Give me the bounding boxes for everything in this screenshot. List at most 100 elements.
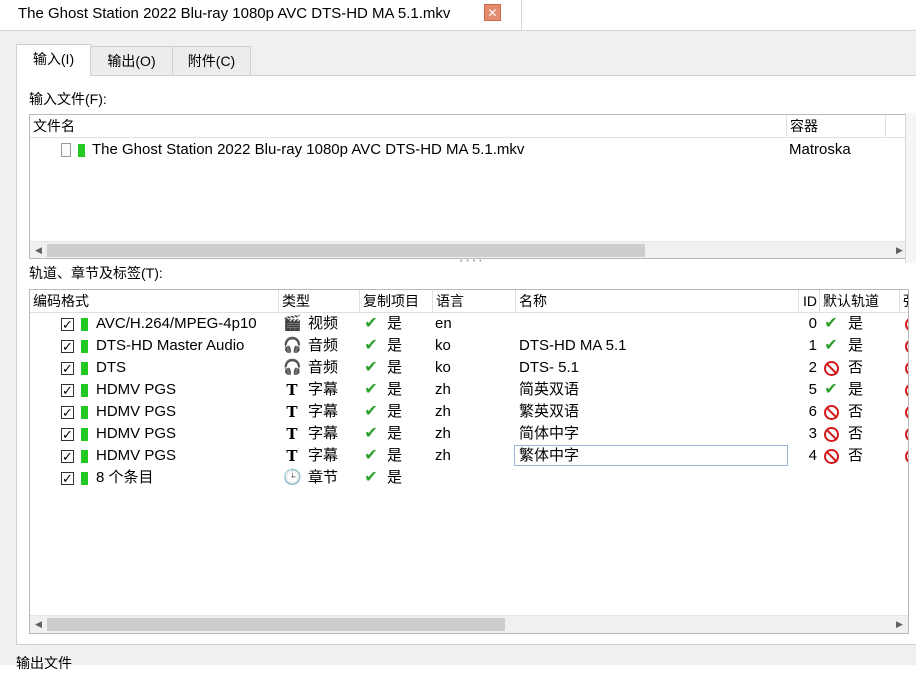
track-checkbox[interactable]: ✓ xyxy=(61,428,74,441)
track-checkbox[interactable]: ✓ xyxy=(61,340,74,353)
track-row[interactable]: ✓ AVC/H.264/MPEG-4p10 🎬 视频 ✔ 是 en 0 ✔ 是 xyxy=(30,313,908,335)
column-header-container[interactable]: 容器 xyxy=(787,115,886,137)
track-row[interactable]: ✓ HDMV PGS T 字幕 ✔ 是 zh 简英双语 5 ✔ 是 xyxy=(30,379,908,401)
track-default: 是 xyxy=(848,315,864,332)
column-header-copy[interactable]: 复制项目 xyxy=(360,290,433,312)
track-type: 音频 xyxy=(308,337,339,354)
track-type: 音频 xyxy=(308,359,339,376)
input-files-hscrollbar[interactable]: ◀ ▶ xyxy=(30,241,908,258)
tab-attachments[interactable]: 附件(C) xyxy=(172,46,251,75)
scroll-left-icon[interactable]: ◀ xyxy=(30,242,47,258)
status-indicator xyxy=(81,384,88,397)
track-row[interactable]: ✓ HDMV PGS T 字幕 ✔ 是 zh 简体中字 3 否 xyxy=(30,423,908,445)
status-indicator xyxy=(81,428,88,441)
track-copy: 是 xyxy=(387,447,403,464)
input-file-row[interactable]: The Ghost Station 2022 Blu-ray 1080p AVC… xyxy=(30,139,908,161)
track-codec: HDMV PGS xyxy=(96,447,177,464)
check-icon: ✔ xyxy=(364,425,378,442)
track-codec: DTS-HD Master Audio xyxy=(96,337,245,354)
column-header-type[interactable]: 类型 xyxy=(279,290,360,312)
track-copy: 是 xyxy=(387,469,403,486)
track-default: 是 xyxy=(848,381,864,398)
column-header-language[interactable]: 语言 xyxy=(433,290,516,312)
track-row[interactable]: ✓ 8 个条目 🕒 章节 ✔ 是 xyxy=(30,467,908,489)
track-name: 繁英双语 xyxy=(519,403,580,420)
text-icon: T xyxy=(286,381,298,399)
no-icon xyxy=(824,449,839,464)
check-icon: ✔ xyxy=(364,469,378,486)
track-checkbox[interactable]: ✓ xyxy=(61,362,74,375)
track-codec: DTS xyxy=(96,359,126,376)
track-type: 字幕 xyxy=(308,425,339,442)
track-row[interactable]: ✓ HDMV PGS T 字幕 ✔ 是 zh 繁体中字 4 否 xyxy=(30,445,908,467)
check-icon: ✔ xyxy=(364,447,378,464)
column-header-forced[interactable]: 强 xyxy=(900,290,908,312)
tracks-label: 轨道、章节及标签(T): xyxy=(29,265,163,281)
close-icon[interactable]: ✕ xyxy=(484,4,501,21)
track-type: 字幕 xyxy=(308,381,339,398)
track-language: ko xyxy=(435,337,451,354)
tracks-header: 编码格式 类型 复制项目 语言 名称 ID 默认轨道 强 xyxy=(30,290,908,313)
no-icon xyxy=(905,427,908,442)
tracks-list[interactable]: 编码格式 类型 复制项目 语言 名称 ID 默认轨道 强 ✓ AVC/H.264… xyxy=(29,289,909,634)
column-header-codec[interactable]: 编码格式 xyxy=(30,290,279,312)
vertical-scrollbar[interactable] xyxy=(905,113,916,263)
tab-attachments-label: 附件(C) xyxy=(187,53,236,69)
track-copy: 是 xyxy=(387,315,403,332)
track-checkbox[interactable]: ✓ xyxy=(61,318,74,331)
no-icon xyxy=(905,405,908,420)
track-checkbox[interactable]: ✓ xyxy=(61,384,74,397)
tab-output[interactable]: 输出(O) xyxy=(90,46,173,75)
track-id: 6 xyxy=(808,403,817,420)
tab-input[interactable]: 输入(I) xyxy=(16,44,91,76)
track-checkbox[interactable]: ✓ xyxy=(61,472,74,485)
track-id: 4 xyxy=(808,447,817,464)
no-icon xyxy=(824,361,839,376)
status-indicator xyxy=(81,318,88,331)
scroll-right-icon[interactable]: ▶ xyxy=(891,616,908,633)
track-language: zh xyxy=(435,381,451,398)
track-default: 否 xyxy=(848,359,864,376)
check-icon: ✔ xyxy=(364,359,378,376)
status-indicator xyxy=(81,472,88,485)
track-row[interactable]: ✓ DTS-HD Master Audio 🎧 音频 ✔ 是 ko DTS-HD… xyxy=(30,335,908,357)
track-row[interactable]: ✓ DTS 🎧 音频 ✔ 是 ko DTS- 5.1 2 否 xyxy=(30,357,908,379)
track-checkbox[interactable]: ✓ xyxy=(61,450,74,463)
scroll-left-icon[interactable]: ◀ xyxy=(30,616,47,633)
column-header-id[interactable]: ID xyxy=(799,290,820,312)
track-language: ko xyxy=(435,359,451,376)
text-icon: T xyxy=(286,425,298,443)
track-id: 5 xyxy=(808,381,817,398)
output-file-label: 输出文件 xyxy=(16,655,72,671)
tracks-hscrollbar[interactable]: ◀ ▶ xyxy=(30,615,908,633)
track-default: 否 xyxy=(848,447,864,464)
track-name: 简体中字 xyxy=(519,425,580,442)
column-header-default[interactable]: 默认轨道 xyxy=(820,290,900,312)
check-icon: ✔ xyxy=(364,403,378,420)
track-name[interactable]: 繁体中字 xyxy=(519,445,579,467)
track-language: zh xyxy=(435,403,451,420)
status-indicator xyxy=(78,144,85,157)
no-icon xyxy=(905,361,908,376)
scroll-thumb[interactable] xyxy=(47,618,505,631)
scroll-thumb[interactable] xyxy=(47,244,645,257)
track-id: 2 xyxy=(808,359,817,376)
column-header-filename[interactable]: 文件名 xyxy=(30,115,787,137)
track-checkbox[interactable]: ✓ xyxy=(61,406,74,419)
splitter-handle[interactable]: • • • • xyxy=(460,258,483,265)
no-icon xyxy=(905,383,908,398)
document-tab[interactable]: The Ghost Station 2022 Blu-ray 1080p AVC… xyxy=(0,0,522,30)
no-icon xyxy=(905,317,908,332)
track-copy: 是 xyxy=(387,381,403,398)
column-header-name[interactable]: 名称 xyxy=(516,290,799,312)
track-language: zh xyxy=(435,447,451,464)
input-files-list[interactable]: 文件名 容器 The Ghost Station 2022 Blu-ray 10… xyxy=(29,114,909,259)
track-copy: 是 xyxy=(387,403,403,420)
no-icon xyxy=(905,449,908,464)
check-icon: ✔ xyxy=(824,381,838,398)
status-indicator xyxy=(81,406,88,419)
track-codec: 8 个条目 xyxy=(96,469,154,486)
track-row[interactable]: ✓ HDMV PGS T 字幕 ✔ 是 zh 繁英双语 6 否 xyxy=(30,401,908,423)
track-name: DTS- 5.1 xyxy=(519,359,580,376)
file-icon xyxy=(61,143,71,157)
